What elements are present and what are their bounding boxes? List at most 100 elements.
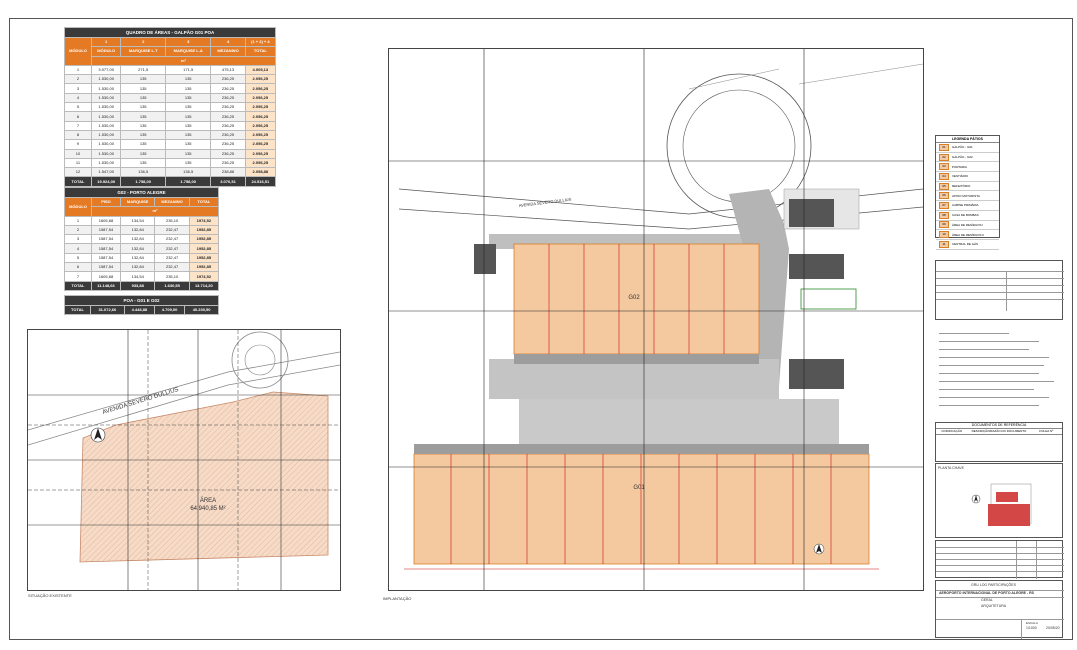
table-cell: 132,84 [119,243,156,254]
project-airport: AEROPORTO INTERNACIONAL DE PORTO ALEGRE … [939,591,1034,595]
legend-label: GALPÃO - G01 [952,145,973,150]
table-cell: 2.056,25 [244,129,277,141]
table-cell: 235,10 [154,215,190,226]
table-cell: 132,84 [119,224,156,236]
key-plan-label: PLANTA CHAVE [938,466,964,470]
table-cell: 135 [165,129,212,141]
table-row: 5 1.530,00 135 135 236,25 2.056,25 [64,102,277,113]
table-cell: 1.530,00 [90,157,122,169]
green-parcel [800,288,857,310]
g01-dock-band [414,444,869,454]
table-cell: 135 [165,92,212,104]
table-cell: 8 [64,129,92,141]
ref-col-desc: DESCRIÇÃO/RAZÃO DO DOCUMENTO [971,429,1027,433]
table-cell: 2.056,25 [244,148,277,159]
table-row: 1 3.077,00 271,5 171,5 475,13 4.005,13 [64,64,277,76]
total-cell: 24.516,51 [244,176,277,187]
main-road-label: AVENIDA SEVERO DULLIUS [519,197,572,208]
table-row: 10 1.530,00 135 135 236,25 2.056,25 [64,148,277,159]
table-cell: 135 [120,102,167,113]
table-cell: 235,10 [154,271,190,282]
table-cell: 232,47 [154,234,190,245]
table-row: 7 1.530,00 135 135 236,25 2.056,25 [64,120,277,131]
total-cell: 11.148,66 [91,280,121,291]
table-cell: 1.530,00 [90,139,122,150]
schedule-panel [935,260,1064,320]
table-cell: 132,84 [119,262,156,273]
table-cell: 1587,54 [91,224,121,236]
table-cell: 135 [120,92,167,104]
table1-row-header: MÓDULO [64,37,92,66]
site-lot [79,391,329,563]
legend-title: LEGENDA PÁTIOS [936,136,999,143]
legend-label: ÁREA DE RESÍDUOS I [952,222,984,227]
scale-label: ESCALA [1026,621,1038,625]
table-cell: 2.056,25 [244,139,277,150]
table-cell: 1974,52 [188,271,220,282]
table-cell: 1587,54 [91,234,121,245]
legend-item: 02 GALPÃO - G02 [936,153,999,163]
north-arrow-icon [90,427,106,443]
discipline-general: GERAL [981,598,993,602]
table-cell: 236,25 [210,111,246,122]
table-cell: 12 [64,167,92,178]
table-cell: 4 [64,243,92,254]
legend-item: 08 CASA DE BOMBAS [936,211,999,221]
total-row: TOTAL 31.072,66 4.448,88 4.709,00 40.230,50 [64,304,219,316]
legend-code: 11 [939,240,949,248]
table-row: 6 1.530,00 135 135 236,25 2.056,25 [64,111,277,122]
table-cell: 135 [120,111,167,122]
table-cell: 132,84 [119,234,156,245]
table-cell: 1.530,00 [90,120,122,131]
table-cell: 236,25 [210,129,246,141]
table-cell: 135 [120,129,167,141]
main-plan-caption: IMPLANTAÇÃO [383,596,412,601]
legend-label: APOIO MOTORISTA [952,193,980,198]
table-cell: 4 [64,92,92,104]
table-cell: 1952,85 [188,224,220,236]
legend-item: 06 APOIO MOTORISTA [936,191,999,202]
table-cell: 135 [165,139,212,150]
table-cell: 1.530,00 [90,111,122,122]
site-plan-panel: AVENIDA SEVERO DULLIUS ÁREA 64.940,85 M² [27,329,341,591]
table-row: 8 1.530,00 135 135 236,25 2.056,25 [64,129,277,141]
legend-label: CASA DE BOMBAS [952,213,979,218]
total-row: TOTAL 19.924,00 1.758,00 1.758,00 3.076,51 24… [64,176,277,187]
table-cell: 134,54 [119,215,156,226]
key-plan-highlight [988,504,1030,526]
total-cell: 1.758,00 [165,176,212,187]
title-block: GRU LOG PARTICIPAÇÕES AEROPORTO INTERNAC… [935,580,1064,639]
table-cell: 1.530,00 [90,102,122,113]
area-table-g01: QUADRO DE ÁREAS - GALPÃO G01 POA MÓDULO … [64,27,277,187]
roundabout-inner [244,344,276,376]
central-yard [489,359,779,399]
table2-colhead: MEZANINO [154,196,190,208]
total-cell: TOTAL [64,176,92,187]
table2-colhead: MARQUISE [119,196,156,208]
table-row: 2 1.530,00 135 135 236,25 2.056,25 [64,74,277,85]
table-cell: 136,5 [120,167,167,178]
table-row: 3 1.530,00 135 135 236,25 2.056,25 [64,83,277,94]
table-cell: 2 [64,74,92,85]
area-table-summary: POA - G01 E G02 TOTAL 31.072,66 4.448,88 4.… [64,295,219,316]
table-cell: 1587,54 [91,262,121,273]
table-cell: 236,25 [210,139,246,150]
table1-colnum: 1 [90,36,122,48]
date-value: 20/05/20 [1046,626,1060,630]
table-cell: 236,25 [210,102,246,113]
table-cell: 1 [64,64,92,76]
table-cell: 11 [64,157,92,169]
legend-code: 10 [939,231,949,239]
legend-item: 01 GALPÃO - G01 [936,143,999,153]
table-cell: 2.056,25 [244,111,277,122]
table-cell: 135 [165,157,212,169]
table-cell: 5 [64,252,92,264]
table-cell: 1.530,00 [90,92,122,104]
table-row: 11 1.530,00 135 135 236,25 2.056,25 [64,157,277,169]
table-cell: 271,5 [120,64,167,76]
table-cell: 135 [120,148,167,159]
legend-item: 03 PORTARIA [936,162,999,173]
revisions-panel [935,540,1064,579]
table-cell: 1587,54 [91,252,121,264]
table-row: 7 1605,68 134,54 235,10 1974,52 [64,271,220,282]
